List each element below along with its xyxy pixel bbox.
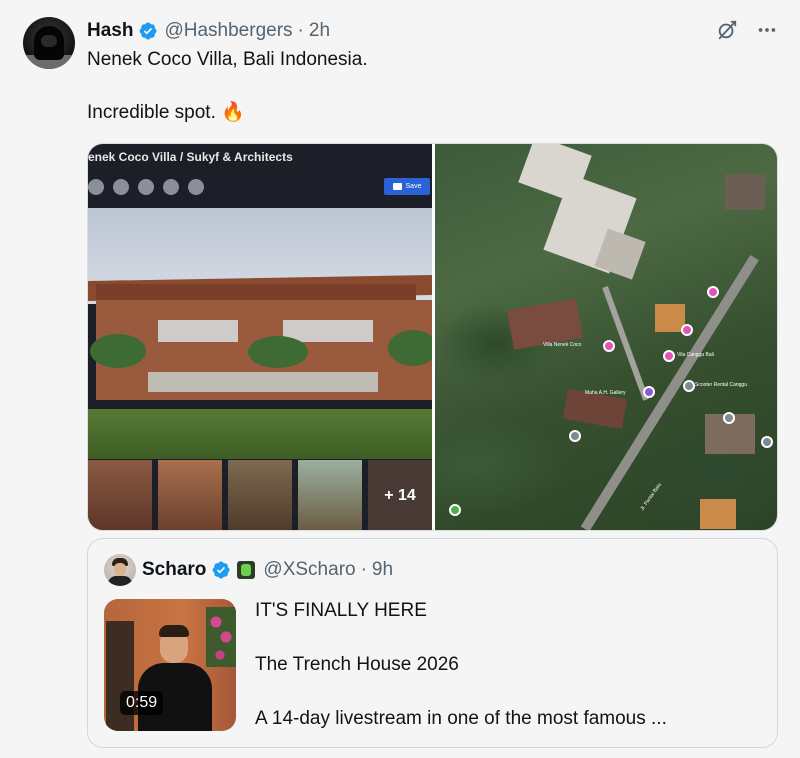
villa-plants xyxy=(90,334,146,368)
separator-dot: · xyxy=(360,559,367,580)
map-pin xyxy=(681,324,693,336)
folder-icon xyxy=(392,183,402,190)
map-label: Villa Nenek Coco xyxy=(543,342,582,348)
quote-author-name[interactable]: Scharo xyxy=(142,559,206,581)
video-duration: 0:59 xyxy=(120,691,164,715)
verified-badge-icon[interactable] xyxy=(211,560,231,580)
author-name[interactable]: Hash xyxy=(87,20,133,42)
image-lawn xyxy=(88,409,432,459)
quote-video-thumbnail[interactable]: 0:59 xyxy=(104,599,236,731)
map-pin xyxy=(723,412,735,424)
map-label: Vila Canggu Bali xyxy=(677,352,714,358)
verified-badge-icon[interactable] xyxy=(138,21,158,41)
quote-header: Scharo @XScharo · 9h xyxy=(104,554,393,586)
map-pin xyxy=(569,430,581,442)
thumbnail xyxy=(298,460,362,530)
tweet-timestamp[interactable]: 2h xyxy=(309,20,330,42)
villa-plants xyxy=(388,330,432,366)
image-villa-building xyxy=(88,254,432,414)
tweet-header: Hash @Hashbergers · 2h xyxy=(87,19,330,43)
quote-text-line: IT'S FINALLY HERE xyxy=(255,600,427,621)
grok-icon[interactable] xyxy=(716,19,738,41)
media-image-villa[interactable]: enek Coco Villa / Sukyf & Architects Sav… xyxy=(88,144,432,530)
map-pin xyxy=(663,350,675,362)
image-social-icons xyxy=(88,179,204,195)
avatar-face xyxy=(114,563,126,576)
thumbnail xyxy=(228,460,292,530)
villa-window xyxy=(158,320,238,342)
map-roof xyxy=(700,499,736,529)
avatar-shirt xyxy=(108,576,132,586)
villa-plants xyxy=(248,336,308,368)
more-options-icon[interactable] xyxy=(756,19,778,41)
map-pin xyxy=(683,380,695,392)
tweet-text-line: Incredible spot. 🔥 xyxy=(87,102,245,123)
share-icon xyxy=(188,179,204,195)
author-handle[interactable]: @Hashbergers xyxy=(164,20,292,42)
share-icon xyxy=(163,179,179,195)
thumbnail xyxy=(158,460,222,530)
media-image-satellite-map[interactable]: Villa Nenek Coco Maha A.H. Gallery Vila … xyxy=(435,144,777,530)
tweet-media-grid: enek Coco Villa / Sukyf & Architects Sav… xyxy=(87,143,778,531)
save-label: Save xyxy=(405,183,422,190)
author-avatar[interactable] xyxy=(23,17,75,69)
map-roof xyxy=(725,174,765,210)
share-icon xyxy=(113,179,129,195)
tweet-top-actions xyxy=(716,19,778,41)
quote-text-line: A 14-day livestream in one of the most f… xyxy=(255,708,667,729)
map-label: Jl. Pantai Batu xyxy=(639,482,663,512)
map-pin xyxy=(643,386,655,398)
quote-text-line: The Trench House 2026 xyxy=(255,654,459,675)
quote-text: IT'S FINALLY HERE The Trench House 2026 … xyxy=(255,599,755,731)
villa-roof-lower xyxy=(96,284,416,300)
tweet-text-line: Nenek Coco Villa, Bali Indonesia. xyxy=(87,49,368,70)
more-photos-count: + 14 xyxy=(368,460,432,530)
share-icon xyxy=(138,179,154,195)
affiliate-badge-icon[interactable] xyxy=(237,561,256,579)
thumbnail-flowers xyxy=(206,607,236,667)
avatar-face xyxy=(41,35,57,47)
image-save-button: Save xyxy=(384,178,430,195)
villa-window xyxy=(148,372,378,392)
image-thumbnail-strip: + 14 xyxy=(88,460,432,530)
image-site-title: enek Coco Villa / Sukyf & Architects xyxy=(88,150,293,164)
quoted-tweet[interactable]: Scharo @XScharo · 9h 0:59 IT'S FINALLY H… xyxy=(87,538,778,748)
map-label: Maha A.H. Gallery xyxy=(585,390,626,396)
thumbnail xyxy=(88,460,152,530)
map-label: Scooter Rental Canggu xyxy=(695,382,747,388)
map-pin xyxy=(761,436,773,448)
map-pin xyxy=(707,286,719,298)
separator-dot: · xyxy=(297,20,304,41)
quote-author-avatar[interactable] xyxy=(104,554,136,586)
map-pin xyxy=(603,340,615,352)
tweet-text: Nenek Coco Villa, Bali Indonesia. Incred… xyxy=(87,48,767,125)
thumbnail-person-hair xyxy=(159,625,189,637)
map-pin xyxy=(449,504,461,516)
share-icon xyxy=(88,179,104,195)
quote-author-handle[interactable]: @XScharo xyxy=(263,559,355,581)
quote-timestamp[interactable]: 9h xyxy=(372,559,393,581)
